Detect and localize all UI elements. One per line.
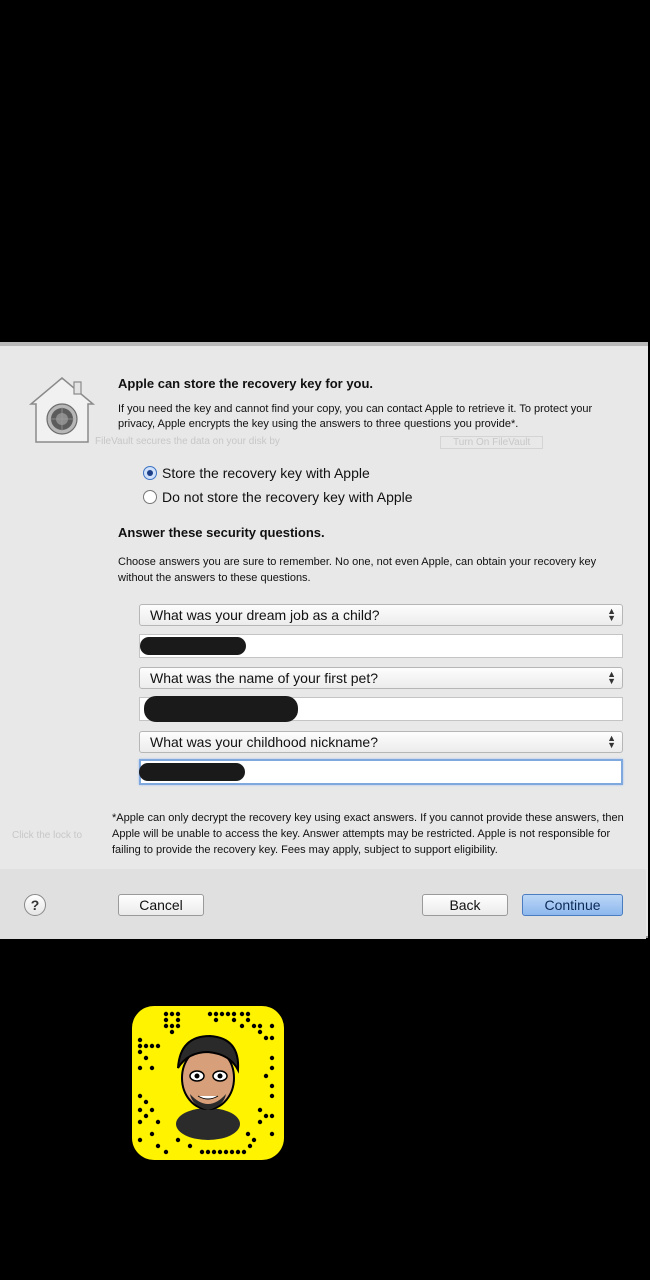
security-questions-title: Answer these security questions. [118,525,325,540]
updown-arrows-icon: ▲ ▼ [607,733,616,750]
back-button[interactable]: Back [422,894,508,916]
help-button[interactable]: ? [24,894,46,916]
answer-3-field[interactable] [139,759,623,785]
continue-button[interactable]: Continue [522,894,623,916]
security-questions-description: Choose answers you are sure to remember.… [118,556,597,584]
option-label: Store the recovery key with Apple [162,465,370,481]
answer-2-field[interactable] [139,696,623,722]
redaction-mark [139,763,245,781]
filevault-house-icon [28,377,96,443]
question-1-text: What was your dream job as a child? [150,607,380,623]
answer-1-field[interactable] [139,634,623,658]
store-with-apple-option[interactable]: Store the recovery key with Apple [143,463,370,483]
option-label: Do not store the recovery key with Apple [162,489,413,505]
question-1-select[interactable]: What was your dream job as a child? ▲ ▼ [139,604,623,626]
background-ghost-text: FileVault secures the data on your disk … [95,436,280,447]
do-not-store-option[interactable]: Do not store the recovery key with Apple [143,487,413,507]
question-2-select[interactable]: What was the name of your first pet? ▲ ▼ [139,667,623,689]
dialog-title: Apple can store the recovery key for you… [118,376,374,391]
question-3-select[interactable]: What was your childhood nickname? ▲ ▼ [139,731,623,753]
updown-arrows-icon: ▲ ▼ [607,606,616,623]
redaction-mark [144,696,298,722]
snapcode-bitmoji-icon [132,1006,284,1160]
cancel-button[interactable]: Cancel [118,894,204,916]
updown-arrows-icon: ▲ ▼ [607,669,616,686]
question-3-text: What was your childhood nickname? [150,734,379,750]
radio-selected-icon[interactable] [143,466,157,480]
footnote: *Apple can only decrypt the recovery key… [112,812,624,856]
filevault-recovery-sheet: FileVault secures the data on your disk … [0,342,648,939]
radio-unselected-icon[interactable] [143,490,157,504]
background-ghost-button: Turn On FileVault [440,436,544,449]
redaction-mark [140,637,246,655]
background-ghost-text: Click the lock to [12,830,83,841]
dialog-description: If you need the key and cannot find your… [118,403,593,430]
question-2-text: What was the name of your first pet? [150,670,378,686]
